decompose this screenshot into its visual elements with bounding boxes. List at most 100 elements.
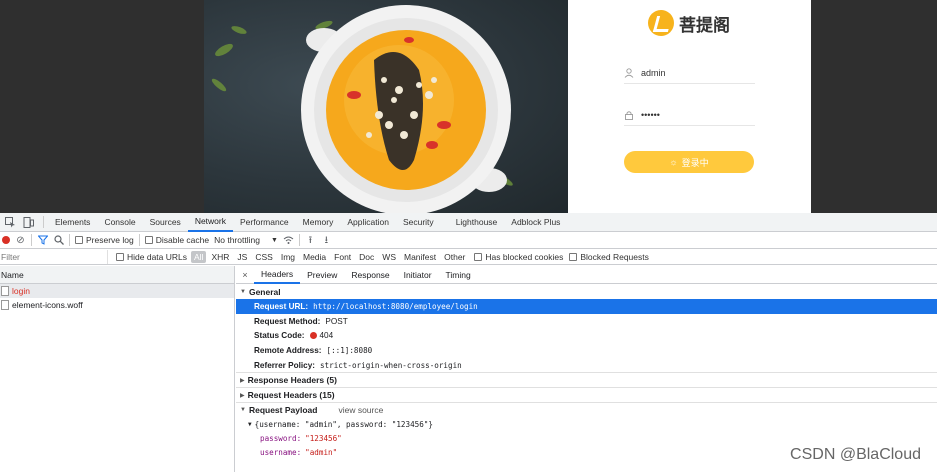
- request-row-login[interactable]: login: [0, 284, 234, 298]
- login-button[interactable]: ☼ 登录中: [624, 151, 754, 173]
- request-row-element-icons[interactable]: element-icons.woff: [0, 298, 234, 312]
- tab-performance[interactable]: Performance: [233, 213, 296, 232]
- tab-application[interactable]: Application: [340, 213, 396, 232]
- watermark: CSDN @BlaCloud: [790, 446, 921, 463]
- expanded-triangle-icon: ▼: [240, 407, 246, 414]
- divider: [43, 216, 44, 228]
- section-title: General: [248, 286, 281, 297]
- screenshot: 菩提阁 admin •••••• ☼ 登录中 Elements Console …: [0, 0, 937, 472]
- tab-adblock-plus[interactable]: Adblock Plus: [504, 213, 567, 232]
- preserve-log-checkbox[interactable]: Preserve log: [75, 235, 134, 245]
- login-button-label: 登录中: [681, 157, 709, 168]
- device-toolbar-icon[interactable]: [21, 215, 35, 229]
- status-code-row: Status Code: 404: [236, 328, 937, 343]
- filter-type-ws[interactable]: WS: [379, 251, 399, 263]
- filter-type-xhr[interactable]: XHR: [208, 251, 232, 263]
- app-viewport: 菩提阁 admin •••••• ☼ 登录中: [0, 0, 937, 213]
- tab-preview[interactable]: Preview: [300, 266, 344, 284]
- status-code-value: 404: [319, 331, 334, 341]
- section-request-payload[interactable]: ▼ Request Payload view source: [236, 402, 937, 417]
- payload-password: password: "123456": [236, 431, 937, 445]
- disable-cache-checkbox[interactable]: Disable cache: [144, 235, 210, 245]
- username-field[interactable]: admin: [624, 62, 755, 84]
- export-har-icon[interactable]: ⭳: [321, 235, 332, 246]
- tab-elements[interactable]: Elements: [48, 213, 97, 232]
- disable-cache-label: Disable cache: [155, 235, 210, 245]
- filter-bar: Filter Hide data URLs All XHR JS CSS Img…: [0, 249, 937, 265]
- tab-lighthouse[interactable]: Lighthouse: [449, 213, 505, 232]
- expanded-triangle-icon: ▼: [240, 288, 246, 295]
- payload-root[interactable]: ▼ {username: "admin", password: "123456"…: [236, 417, 937, 431]
- collapsed-triangle-icon: ▶: [240, 377, 245, 384]
- divider: [31, 234, 32, 246]
- filter-type-doc[interactable]: Doc: [356, 251, 377, 263]
- network-conditions-icon[interactable]: [283, 235, 294, 246]
- tab-security[interactable]: Security: [396, 213, 441, 232]
- request-method-value: POST: [325, 316, 348, 326]
- filter-type-css[interactable]: CSS: [252, 251, 275, 263]
- search-icon[interactable]: [53, 234, 64, 246]
- payload-key: password:: [260, 433, 302, 443]
- has-blocked-cookies-checkbox[interactable]: Has blocked cookies: [474, 252, 563, 262]
- file-icon: [1, 300, 9, 310]
- username-value: admin: [641, 67, 666, 78]
- request-method-label: Request Method:: [254, 316, 321, 326]
- filter-type-other[interactable]: Other: [441, 251, 468, 263]
- filter-type-media[interactable]: Media: [300, 251, 329, 263]
- referrer-policy-label: Referrer Policy:: [254, 360, 315, 370]
- preserve-log-label: Preserve log: [86, 235, 134, 245]
- hide-data-urls-checkbox[interactable]: Hide data URLs: [116, 252, 187, 262]
- request-detail: × Headers Preview Response Initiator Tim…: [236, 266, 937, 472]
- checkbox-box: [474, 252, 483, 261]
- devtools-tabbar: Elements Console Sources Network Perform…: [0, 213, 937, 232]
- filter-input[interactable]: Filter: [0, 249, 108, 264]
- filter-type-js[interactable]: JS: [234, 251, 250, 263]
- tab-sources[interactable]: Sources: [143, 213, 188, 232]
- section-response-headers[interactable]: ▶ Response Headers (5): [236, 372, 937, 387]
- inspect-element-icon[interactable]: [3, 215, 17, 229]
- network-panels: Name login element-icons.woff × Headers …: [0, 266, 937, 472]
- checkbox-box: [116, 252, 124, 261]
- record-icon[interactable]: [2, 236, 10, 244]
- throttling-select[interactable]: No throttling ▼: [214, 235, 278, 245]
- filter-type-font[interactable]: Font: [331, 251, 354, 263]
- column-header-name[interactable]: Name: [0, 266, 234, 284]
- tab-timing[interactable]: Timing: [439, 266, 478, 284]
- request-name: login: [12, 286, 30, 296]
- referrer-policy-row: Referrer Policy: strict-origin-when-cros…: [236, 358, 937, 373]
- remote-address-value: [::1]:8080: [326, 345, 373, 355]
- has-blocked-cookies-label: Has blocked cookies: [485, 251, 564, 262]
- request-url-label: Request URL:: [254, 301, 309, 311]
- request-url-value: http://localhost:8080/employee/login: [313, 301, 478, 311]
- filter-icon[interactable]: [36, 235, 49, 246]
- section-request-headers[interactable]: ▶ Request Headers (15): [236, 387, 937, 402]
- request-name: element-icons.woff: [12, 300, 83, 310]
- tab-console[interactable]: Console: [97, 213, 142, 232]
- checkbox-box: [144, 236, 153, 244]
- close-icon[interactable]: ×: [236, 270, 254, 280]
- tab-response[interactable]: Response: [344, 266, 396, 284]
- view-source-link[interactable]: view source: [338, 405, 383, 415]
- import-har-icon[interactable]: ⭱: [305, 235, 316, 246]
- tab-memory[interactable]: Memory: [296, 213, 341, 232]
- section-general[interactable]: ▼ General: [236, 284, 937, 299]
- file-icon: [1, 286, 9, 296]
- tab-initiator[interactable]: Initiator: [397, 266, 439, 284]
- request-url-row[interactable]: Request URL: http://localhost:8080/emplo…: [236, 299, 937, 314]
- devtools: Elements Console Sources Network Perform…: [0, 213, 937, 472]
- filter-type-img[interactable]: Img: [278, 251, 298, 263]
- filter-type-all[interactable]: All: [191, 250, 207, 263]
- blocked-requests-label: Blocked Requests: [580, 251, 649, 262]
- section-title: Response Headers (5): [247, 375, 337, 386]
- tab-headers[interactable]: Headers: [254, 266, 301, 284]
- clear-icon[interactable]: ⊘: [15, 235, 26, 246]
- password-field[interactable]: ••••••: [624, 104, 755, 126]
- error-status-icon: [309, 332, 317, 340]
- food-image: [204, 0, 568, 213]
- filter-type-manifest[interactable]: Manifest: [401, 251, 439, 263]
- tab-network[interactable]: Network: [187, 213, 233, 232]
- request-method-row: Request Method: POST: [236, 314, 937, 329]
- throttling-value: No throttling: [214, 235, 260, 245]
- blocked-requests-checkbox[interactable]: Blocked Requests: [569, 252, 649, 262]
- collapsed-triangle-icon: ▶: [240, 392, 245, 399]
